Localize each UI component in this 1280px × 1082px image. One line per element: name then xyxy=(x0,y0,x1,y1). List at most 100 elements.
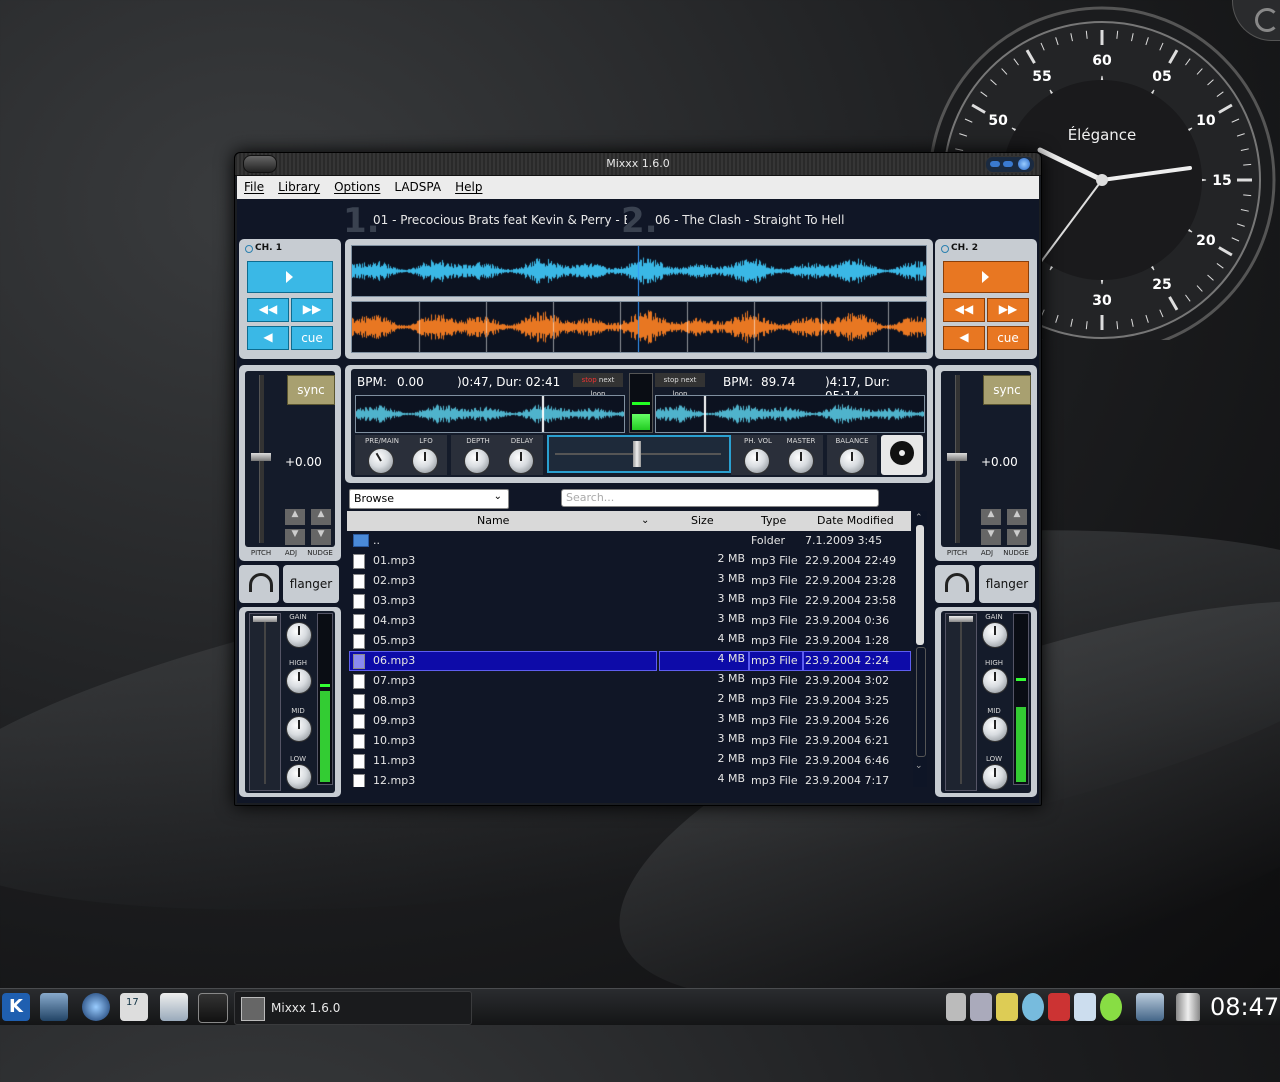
vinyl-control-button[interactable] xyxy=(881,435,923,475)
deck1-low-knob[interactable] xyxy=(287,765,311,789)
depth-knob[interactable] xyxy=(465,449,489,473)
deck2-volume-handle[interactable] xyxy=(949,616,973,622)
documents-icon[interactable] xyxy=(160,993,188,1021)
lfo-knob[interactable] xyxy=(413,449,437,473)
table-row[interactable]: 06.mp3 4 MB mp3 File 23.9.2004 2:24 xyxy=(347,651,911,671)
window-titlebar[interactable]: Mixxx 1.6.0 xyxy=(235,153,1041,176)
deck2-low-knob[interactable] xyxy=(983,765,1007,789)
taskbar-clock[interactable]: 08:47 xyxy=(1210,993,1279,1021)
deck1-adj-up-button[interactable]: ▲ xyxy=(285,509,305,525)
deck2-adj-up-button[interactable]: ▲ xyxy=(981,509,1001,525)
menu-ladspa[interactable]: LADSPA xyxy=(387,176,448,194)
deck1-cue-button[interactable]: cue xyxy=(291,326,333,350)
deck2-play-button[interactable] xyxy=(943,261,1029,293)
volume-tray-icon[interactable] xyxy=(970,993,992,1021)
deck1-nudge-down-button[interactable]: ▼ xyxy=(311,529,331,545)
menu-options[interactable]: Options xyxy=(327,176,387,194)
table-row[interactable]: 12.mp3 4 MB mp3 File 23.9.2004 7:17 xyxy=(347,771,911,787)
library-scrollbar[interactable]: ⌃ ⌄ xyxy=(913,511,927,787)
table-row[interactable]: 07.mp3 3 MB mp3 File 23.9.2004 3:02 xyxy=(347,671,911,691)
premain-knob[interactable] xyxy=(369,449,393,473)
table-row[interactable]: .. Folder 7.1.2009 3:45 xyxy=(347,531,911,551)
crossfader-handle[interactable] xyxy=(633,441,641,467)
deck1-high-knob[interactable] xyxy=(287,669,311,693)
deck1-waveform[interactable] xyxy=(351,245,927,297)
menu-help[interactable]: Help xyxy=(448,176,489,194)
crossfader[interactable] xyxy=(547,435,731,473)
deck2-volume-fader[interactable] xyxy=(945,613,977,791)
deck1-fastforward-button[interactable]: ▶▶ xyxy=(291,298,333,322)
deck1-rewind-button[interactable]: ◀◀ xyxy=(247,298,289,322)
close-icon[interactable] xyxy=(1018,158,1030,170)
table-row[interactable]: 09.mp3 3 MB mp3 File 23.9.2004 5:26 xyxy=(347,711,911,731)
deck2-flanger-button[interactable]: flanger xyxy=(979,565,1035,603)
kde-menu-button[interactable]: K xyxy=(2,993,30,1021)
library-scrollbar-thumb[interactable] xyxy=(916,525,924,645)
deck2-headphone-button[interactable] xyxy=(935,565,975,603)
browser-globe-icon[interactable] xyxy=(82,993,110,1021)
deck1-gain-knob[interactable] xyxy=(287,623,311,647)
table-row[interactable]: 01.mp3 2 MB mp3 File 22.9.2004 22:49 xyxy=(347,551,911,571)
deck2-waveform[interactable] xyxy=(351,301,927,353)
terminal-icon[interactable] xyxy=(198,993,228,1023)
maximize-icon[interactable] xyxy=(1003,161,1013,167)
window-controls[interactable] xyxy=(985,156,1035,173)
table-row[interactable]: 02.mp3 3 MB mp3 File 22.9.2004 23:28 xyxy=(347,571,911,591)
column-name[interactable]: Name xyxy=(477,511,509,531)
table-row[interactable]: 10.mp3 3 MB mp3 File 23.9.2004 6:21 xyxy=(347,731,911,751)
master-knob[interactable] xyxy=(789,449,813,473)
deck1-overview-waveform[interactable] xyxy=(355,395,625,433)
deck2-sync-button[interactable]: sync xyxy=(983,375,1031,405)
deck2-rewind-button[interactable]: ◀◀ xyxy=(943,298,985,322)
deck1-mid-knob[interactable] xyxy=(287,717,311,741)
deck2-mid-knob[interactable] xyxy=(983,717,1007,741)
library-mode-select[interactable]: Browse ⌄ xyxy=(349,489,509,509)
calendar-mail-icon[interactable]: 17 xyxy=(120,993,148,1021)
deck1-reverse-button[interactable]: ◀ xyxy=(247,326,289,350)
phvol-knob[interactable] xyxy=(745,449,769,473)
network-tray-icon[interactable] xyxy=(1100,993,1122,1021)
deck1-nudge-up-button[interactable]: ▲ xyxy=(311,509,331,525)
column-date[interactable]: Date Modified xyxy=(817,511,894,531)
deck2-high-knob[interactable] xyxy=(983,669,1007,693)
deck1-adj-down-button[interactable]: ▼ xyxy=(285,529,305,545)
deck1-volume-fader[interactable] xyxy=(249,613,281,791)
sort-chevron-icon[interactable]: ⌄ xyxy=(641,511,649,531)
deck2-nudge-down-button[interactable]: ▼ xyxy=(1007,529,1027,545)
deck2-overview-waveform[interactable] xyxy=(655,395,925,433)
deck1-flanger-button[interactable]: flanger xyxy=(283,565,339,603)
calendar-tray-icon[interactable] xyxy=(1074,993,1096,1021)
scroll-down-icon[interactable]: ⌄ xyxy=(915,761,923,771)
deck1-sync-button[interactable]: sync xyxy=(287,375,335,405)
minimize-icon[interactable] xyxy=(990,161,1000,167)
deck1-loop-buttons[interactable]: stop next loop xyxy=(573,373,623,398)
deck1-volume-handle[interactable] xyxy=(253,616,277,622)
deck2-loop-buttons[interactable]: stop next loop xyxy=(655,373,705,398)
deck2-fastforward-button[interactable]: ▶▶ xyxy=(987,298,1029,322)
deck2-cue-button[interactable]: cue xyxy=(987,326,1029,350)
library-search-input[interactable]: Search... xyxy=(561,489,879,507)
deck2-gain-knob[interactable] xyxy=(983,623,1007,647)
delay-knob[interactable] xyxy=(509,449,533,473)
sk-tray-icon[interactable] xyxy=(1048,993,1070,1021)
table-row[interactable]: 04.mp3 3 MB mp3 File 23.9.2004 0:36 xyxy=(347,611,911,631)
deck2-nudge-up-button[interactable]: ▲ xyxy=(1007,509,1027,525)
system-icon[interactable] xyxy=(40,993,68,1021)
table-row[interactable]: 03.mp3 3 MB mp3 File 22.9.2004 23:58 xyxy=(347,591,911,611)
deck2-reverse-button[interactable]: ◀ xyxy=(943,326,985,350)
deck1-pitch-slider-handle[interactable] xyxy=(251,453,271,461)
scroll-up-icon[interactable]: ⌃ xyxy=(915,513,923,523)
desktop-show-icon[interactable] xyxy=(1136,993,1164,1021)
clipboard-tray-icon[interactable] xyxy=(946,993,966,1021)
library-scrollbar-track[interactable] xyxy=(916,647,926,757)
menu-file[interactable]: File xyxy=(237,176,271,194)
deck1-headphone-button[interactable] xyxy=(239,565,279,603)
task-mixxx[interactable]: Mixxx 1.6.0 xyxy=(234,991,472,1025)
table-row[interactable]: 05.mp3 4 MB mp3 File 23.9.2004 1:28 xyxy=(347,631,911,651)
column-size[interactable]: Size xyxy=(691,511,714,531)
notes-tray-icon[interactable] xyxy=(996,993,1018,1021)
trash-icon[interactable] xyxy=(1176,993,1200,1021)
menu-library[interactable]: Library xyxy=(271,176,327,194)
chat-tray-icon[interactable] xyxy=(1022,993,1044,1021)
column-type[interactable]: Type xyxy=(761,511,786,531)
